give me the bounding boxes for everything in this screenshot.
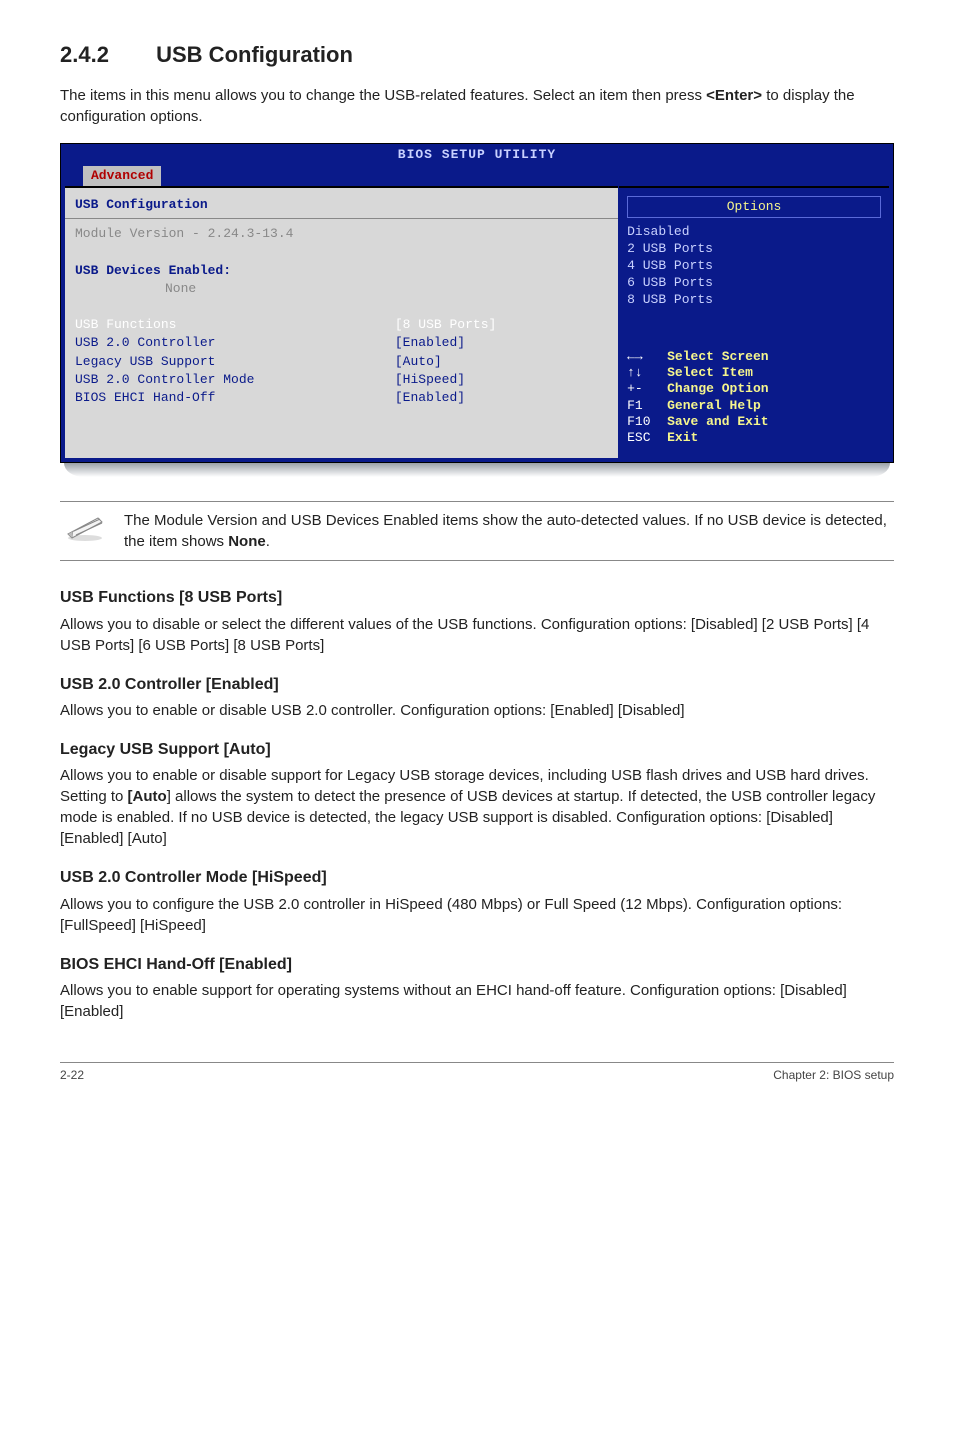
bios-key-row: F1General Help [627, 398, 881, 414]
subsection-title: USB 2.0 Controller Mode [HiSpeed] [60, 867, 894, 889]
bios-key-row: F10Save and Exit [627, 414, 881, 430]
footer-page-number: 2-22 [60, 1067, 84, 1084]
bios-screenshot: BIOS SETUP UTILITY Advanced USB Configur… [60, 143, 894, 464]
subsection-title: USB 2.0 Controller [Enabled] [60, 674, 894, 696]
doc-subsection: BIOS EHCI Hand-Off [Enabled] Allows you t… [60, 954, 894, 1022]
bios-tab-advanced: Advanced [83, 166, 161, 186]
note-block: The Module Version and USB Devices Enabl… [60, 501, 894, 561]
bios-right-panel: Options Disabled2 USB Ports4 USB Ports6 … [619, 186, 889, 458]
bios-setting-row: BIOS EHCI Hand-Off[Enabled] [75, 389, 608, 407]
bios-setting-row: USB 2.0 Controller[Enabled] [75, 334, 608, 352]
bios-devices-enabled-value: None [75, 280, 608, 298]
bios-option-item: 8 USB Ports [627, 292, 881, 309]
subsection-title: USB Functions [8 USB Ports] [60, 587, 894, 609]
bios-key-row: +-Change Option [627, 381, 881, 397]
subsection-body: Allows you to configure the USB 2.0 cont… [60, 894, 894, 936]
footer-chapter: Chapter 2: BIOS setup [773, 1067, 894, 1084]
bios-key-legend: ←→Select Screen↑↓Select Item+-Change Opt… [627, 349, 881, 447]
bios-devices-enabled-label: USB Devices Enabled: [75, 262, 608, 280]
intro-paragraph: The items in this menu allows you to cha… [60, 85, 894, 127]
section-number: 2.4.2 [60, 40, 150, 71]
bios-options-list: Disabled2 USB Ports4 USB Ports6 USB Port… [627, 224, 881, 308]
subsection-title: BIOS EHCI Hand-Off [Enabled] [60, 954, 894, 976]
bios-utility-title: BIOS SETUP UTILITY [61, 144, 893, 166]
doc-subsection: USB 2.0 Controller Mode [HiSpeed] Allows … [60, 867, 894, 935]
subsection-body: Allows you to enable or disable USB 2.0 … [60, 700, 894, 721]
subsection-body: Allows you to enable support for operati… [60, 980, 894, 1022]
note-text: The Module Version and USB Devices Enabl… [124, 510, 894, 552]
page-footer: 2-22 Chapter 2: BIOS setup [60, 1062, 894, 1084]
bios-options-header: Options [627, 196, 881, 218]
screenshot-shadow [64, 463, 890, 477]
subsection-body: Allows you to disable or select the diff… [60, 614, 894, 656]
doc-subsection: USB Functions [8 USB Ports] Allows you to… [60, 587, 894, 655]
subsection-title: Legacy USB Support [Auto] [60, 739, 894, 761]
bios-key-row: ↑↓Select Item [627, 365, 881, 381]
bios-key-row: ←→Select Screen [627, 349, 881, 365]
doc-subsection: Legacy USB Support [Auto] Allows you to e… [60, 739, 894, 849]
subsection-body: Allows you to enable or disable support … [60, 765, 894, 849]
bios-setting-row: USB 2.0 Controller Mode[HiSpeed] [75, 371, 608, 389]
bios-option-item: 2 USB Ports [627, 241, 881, 258]
bios-option-item: 4 USB Ports [627, 258, 881, 275]
bios-left-panel: USB Configuration Module Version - 2.24.… [65, 186, 618, 458]
section-title: USB Configuration [156, 42, 353, 67]
note-pencil-icon [64, 512, 106, 542]
bios-setting-row: Legacy USB Support[Auto] [75, 353, 608, 371]
bios-option-item: Disabled [627, 224, 881, 241]
bios-key-row: ESCExit [627, 430, 881, 446]
doc-subsection: USB 2.0 Controller [Enabled] Allows you t… [60, 674, 894, 721]
bios-left-header: USB Configuration [75, 196, 608, 214]
section-heading: 2.4.2 USB Configuration [60, 40, 894, 71]
bios-module-version: Module Version - 2.24.3-13.4 [75, 225, 608, 243]
bios-option-item: 6 USB Ports [627, 275, 881, 292]
bios-setting-row: USB Functions[8 USB Ports] [75, 316, 608, 334]
